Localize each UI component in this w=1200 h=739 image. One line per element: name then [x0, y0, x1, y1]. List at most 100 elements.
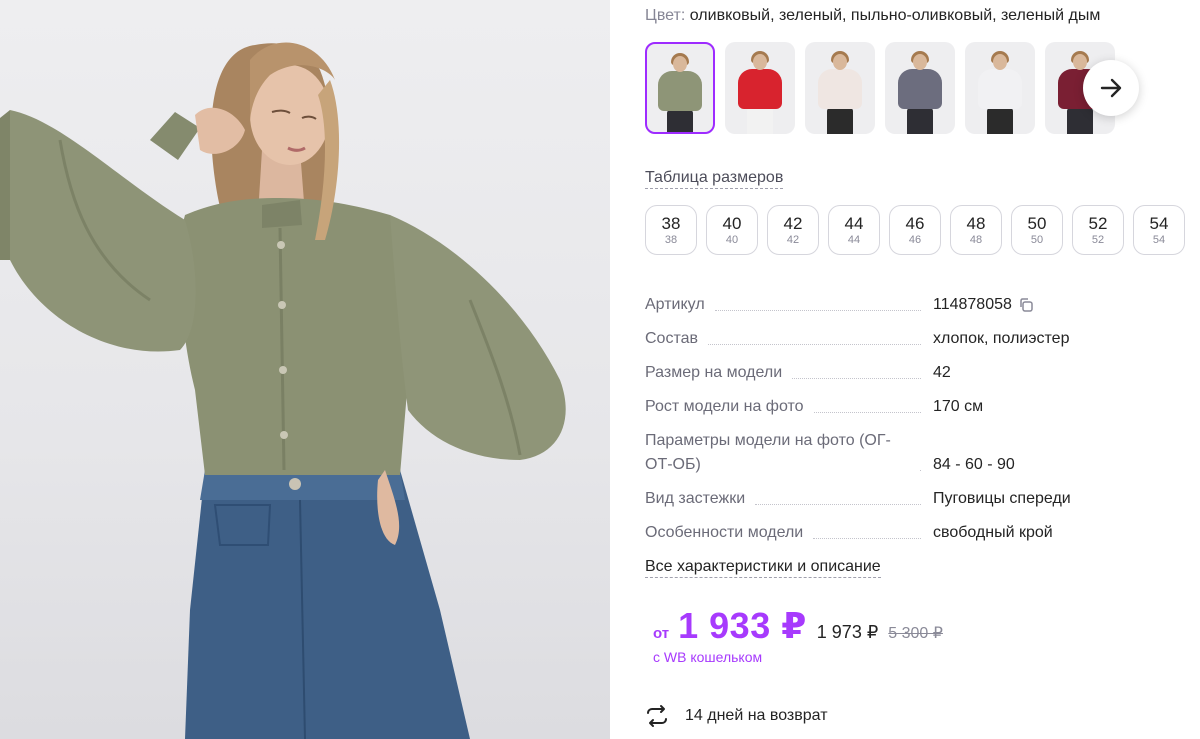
size-ru-value: 54: [1152, 233, 1166, 246]
param-leader-dots: [755, 503, 921, 505]
exchange-arrows-icon: [647, 705, 667, 727]
size-ru-value: 50: [1030, 233, 1044, 246]
param-row: Размер на модели 42: [645, 361, 1190, 385]
param-value: 170 см: [933, 398, 984, 415]
param-leader-dots: [920, 469, 921, 471]
color-info: Цвет: оливковый, зеленый, пыльно-оливков…: [645, 7, 1100, 25]
size-value: 50: [1027, 213, 1047, 233]
color-value: оливковый, зеленый, пыльно-оливковый, зе…: [689, 7, 1101, 24]
return-policy-text: 14 дней на возврат: [685, 707, 828, 724]
size-option[interactable]: 38 38: [645, 205, 697, 255]
param-leader-dots: [792, 377, 921, 379]
thumbnail-figure: [747, 108, 773, 134]
old-price: 5 300 ₽: [888, 625, 943, 642]
regular-price: 1 973 ₽: [816, 622, 879, 642]
size-ru-value: 42: [786, 233, 800, 246]
product-details-panel: Цвет: оливковый, зеленый, пыльно-оливков…: [645, 0, 1200, 739]
arrow-right-icon: [1100, 78, 1122, 98]
param-name: Вид застежки: [645, 490, 746, 507]
param-value: хлопок, полиэстер: [933, 330, 1070, 347]
thumbnail-figure: [658, 71, 702, 111]
color-thumbnail[interactable]: [805, 42, 875, 134]
product-photo-illustration: [0, 42, 566, 739]
size-option[interactable]: 44 44: [828, 205, 880, 255]
param-leader-dots: [708, 343, 921, 345]
param-leader-dots: [714, 309, 921, 311]
color-label: Цвет:: [645, 7, 686, 24]
size-ru-value: 44: [847, 233, 861, 246]
param-name: Состав: [645, 330, 698, 347]
size-option[interactable]: 42 42: [767, 205, 819, 255]
param-value: 84 - 60 - 90: [933, 456, 1015, 473]
thumbnail-figure: [898, 69, 942, 109]
size-value: 48: [966, 213, 986, 233]
color-thumbnail[interactable]: [885, 42, 955, 134]
size-value: 38: [661, 213, 681, 233]
size-option[interactable]: 50 50: [1011, 205, 1063, 255]
param-name: Артикул: [645, 296, 705, 313]
param-name: Рост модели на фото: [645, 398, 804, 415]
thumbnail-figure: [993, 54, 1007, 70]
size-value: 44: [844, 213, 864, 233]
size-value: 46: [905, 213, 925, 233]
thumbnail-figure: [987, 108, 1013, 134]
wallet-price: 1 933 ₽: [678, 605, 807, 646]
param-value: Пуговицы спереди: [933, 490, 1071, 507]
param-row: Параметры модели на фото (ОГ-ОТ-ОБ) 84 - …: [645, 429, 1190, 477]
param-row: Особенности модели свободный крой: [645, 521, 1190, 545]
thumbnail-figure: [738, 69, 782, 109]
price-from-label: от: [653, 625, 670, 642]
size-option[interactable]: 48 48: [950, 205, 1002, 255]
thumbnail-figure: [913, 54, 927, 70]
param-name: Размер на модели: [645, 364, 783, 381]
param-name: Особенности модели: [645, 524, 804, 541]
param-leader-dots: [813, 537, 921, 539]
thumbnail-figure: [818, 69, 862, 109]
color-thumbnail[interactable]: [725, 42, 795, 134]
color-thumbnails: [645, 42, 1115, 134]
color-thumbnail[interactable]: [965, 42, 1035, 134]
param-value: свободный крой: [933, 524, 1053, 541]
thumbnail-figure: [1067, 108, 1093, 134]
size-option[interactable]: 52 52: [1072, 205, 1124, 255]
thumbnail-figure: [978, 69, 1022, 109]
thumbnail-figure: [907, 108, 933, 134]
size-value: 52: [1088, 213, 1108, 233]
param-row: Рост модели на фото 170 см: [645, 395, 1190, 419]
size-ru-value: 38: [664, 233, 678, 246]
size-ru-value: 40: [725, 233, 739, 246]
thumbnail-figure: [667, 110, 693, 132]
size-value: 42: [783, 213, 803, 233]
param-value: 42: [933, 364, 951, 381]
color-thumbnail[interactable]: [645, 42, 715, 134]
size-ru-value: 52: [1091, 233, 1105, 246]
thumbnail-figure: [753, 54, 767, 70]
size-value: 54: [1149, 213, 1169, 233]
thumbnail-figure: [833, 54, 847, 70]
wallet-note[interactable]: с WB кошельком: [653, 649, 943, 665]
size-value: 40: [722, 213, 742, 233]
size-option[interactable]: 40 40: [706, 205, 758, 255]
size-ru-value: 48: [969, 233, 983, 246]
all-specs-link[interactable]: Все характеристики и описание: [645, 558, 881, 578]
thumbnail-figure: [1073, 54, 1087, 70]
product-photo[interactable]: [0, 0, 610, 739]
size-option[interactable]: 54 54: [1133, 205, 1185, 255]
return-policy: 14 дней на возврат: [645, 704, 828, 728]
thumbnails-next-button[interactable]: [1083, 60, 1139, 116]
product-params: Артикул 114878058 Состав хлопок, полиэстер Р…: [645, 293, 1190, 555]
price-block: от 1 933 ₽ 1 973 ₽ 5 300 ₽ с WB кошелько…: [653, 605, 943, 665]
param-row: Артикул 114878058: [645, 293, 1190, 317]
param-value: 114878058: [933, 296, 1012, 313]
copy-icon[interactable]: [1018, 297, 1034, 313]
thumbnail-figure: [827, 108, 853, 134]
param-leader-dots: [813, 411, 921, 413]
size-table-link[interactable]: Таблица размеров: [645, 169, 784, 189]
size-option[interactable]: 46 46: [889, 205, 941, 255]
thumbnail-figure: [673, 56, 687, 72]
param-row: Вид застежки Пуговицы спереди: [645, 487, 1190, 511]
param-name: Параметры модели на фото (ОГ-ОТ-ОБ): [645, 432, 891, 473]
size-selector: 38 38 40 40 42 42 44 44 46 46 48 48 50 50 52 52 54 54: [645, 205, 1185, 255]
param-row: Состав хлопок, полиэстер: [645, 327, 1190, 351]
size-ru-value: 46: [908, 233, 922, 246]
